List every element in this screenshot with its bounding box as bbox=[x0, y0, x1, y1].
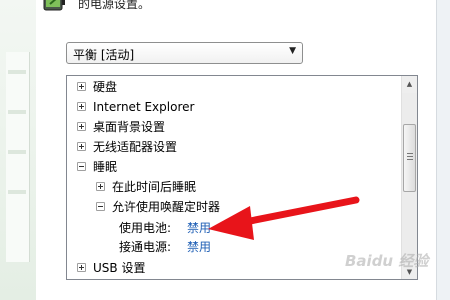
tree-item-label: 无线适配器设置 bbox=[93, 140, 178, 154]
plus-box-icon[interactable] bbox=[77, 102, 86, 111]
tree-item-sleep[interactable]: 睡眠 bbox=[77, 157, 377, 177]
setting-value-link[interactable]: 禁用 bbox=[187, 237, 211, 257]
thumb-grip bbox=[407, 159, 413, 160]
tree-item-on-battery[interactable]: 使用电池: 禁用 bbox=[119, 218, 359, 238]
tree-item-disk[interactable]: 硬盘 bbox=[77, 77, 377, 97]
setting-value-link[interactable]: 禁用 bbox=[187, 218, 211, 238]
power-plan-dropdown[interactable]: 平衡 [活动] ▼ bbox=[66, 42, 303, 64]
tree-item-label: 睡眠 bbox=[93, 160, 118, 174]
plus-box-icon[interactable] bbox=[77, 122, 86, 131]
tree-item-usb[interactable]: USB 设置 bbox=[77, 258, 377, 278]
background-row bbox=[8, 110, 26, 114]
minus-box-icon[interactable] bbox=[77, 162, 86, 171]
thumb-grip bbox=[407, 153, 413, 154]
setting-label: 使用电池: bbox=[119, 221, 172, 235]
tree-item-plugged-in[interactable]: 接通电源: 禁用 bbox=[119, 237, 359, 257]
watermark: Baidu 经验 bbox=[345, 252, 429, 270]
plus-box-icon[interactable] bbox=[77, 142, 86, 151]
background-row bbox=[8, 150, 26, 154]
chevron-down-icon[interactable]: ▼ bbox=[289, 46, 296, 56]
background-pane bbox=[6, 52, 30, 262]
tree-item-label: USB 设置 bbox=[93, 261, 146, 275]
tree-item-wireless-adapter[interactable]: 无线适配器设置 bbox=[77, 137, 377, 157]
setting-label: 接通电源: bbox=[119, 240, 172, 254]
scroll-up-button[interactable]: ▲ bbox=[402, 76, 417, 93]
intro-text: 的电源设置。 bbox=[78, 0, 151, 11]
plus-box-icon[interactable] bbox=[77, 263, 86, 272]
background-row bbox=[8, 70, 26, 74]
battery-plug-icon bbox=[43, 0, 65, 11]
plus-box-icon[interactable] bbox=[77, 82, 86, 91]
dialog-header: 的电源设置。 bbox=[36, 0, 286, 18]
minus-box-icon[interactable] bbox=[96, 202, 105, 211]
tree-item-label: Internet Explorer bbox=[93, 100, 195, 114]
plus-box-icon[interactable] bbox=[96, 182, 105, 191]
tree-item-internet-explorer[interactable]: Internet Explorer bbox=[77, 97, 377, 117]
tree-item-label: 桌面背景设置 bbox=[93, 120, 166, 134]
scroll-thumb[interactable] bbox=[403, 124, 416, 192]
background-row bbox=[8, 190, 26, 194]
tree-item-label: 在此时间后睡眠 bbox=[112, 180, 197, 194]
thumb-grip bbox=[407, 156, 413, 157]
tree-item-desktop-background[interactable]: 桌面背景设置 bbox=[77, 117, 377, 137]
tree-item-label: 允许使用唤醒定时器 bbox=[112, 200, 221, 214]
background-window-edge bbox=[0, 0, 36, 300]
power-plan-selected: 平衡 [活动] bbox=[73, 48, 135, 62]
tree-item-wake-timers[interactable]: 允许使用唤醒定时器 bbox=[96, 197, 376, 217]
power-options-dialog: 的电源设置。 平衡 [活动] ▼ 硬盘 Internet Explorer 桌面… bbox=[0, 0, 450, 300]
tree-item-sleep-after[interactable]: 在此时间后睡眠 bbox=[96, 177, 376, 197]
tree-item-label: 硬盘 bbox=[93, 80, 118, 94]
